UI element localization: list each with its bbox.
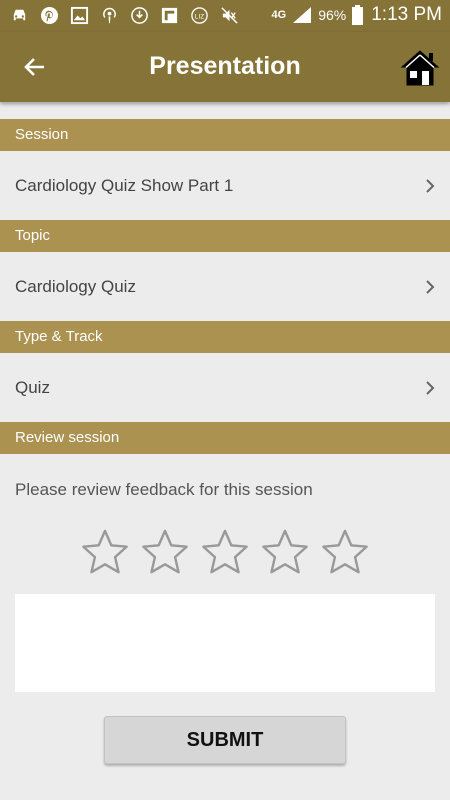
presentation-details: Session Cardiology Quiz Show Part 1 Topi… [0,102,450,764]
topic-value: Cardiology Quiz [15,276,136,296]
mute-icon [221,7,238,24]
section-header-review: Review session [0,422,450,454]
app-bar: Presentation [0,32,450,102]
star-icon-4[interactable] [261,528,309,576]
network-type: 4G [271,9,287,21]
status-right: 4G 96% 1:13 PM [272,4,442,26]
chevron-right-icon [426,380,435,395]
status-bar: LIZ 4G 96% 1:13 PM [0,0,450,32]
home-icon [400,50,440,86]
download-icon [131,7,148,24]
car-icon [13,9,26,21]
type-track-row[interactable]: Quiz [0,353,450,422]
signal-icon [293,7,312,23]
section-header-topic: Topic [0,220,450,252]
battery-percent: 96% [318,7,347,23]
review-prompt: Please review feedback for this session [15,480,313,499]
pinterest-icon [40,6,59,25]
chevron-right-icon [426,178,435,193]
podcast-icon [103,7,116,24]
home-button[interactable] [400,49,440,87]
star-icon-5[interactable] [321,528,369,576]
section-header-session: Session [0,119,450,151]
type-track-value: Quiz [15,377,50,397]
image-icon [70,6,89,25]
topic-row[interactable]: Cardiology Quiz [0,252,450,321]
star-icon-1[interactable] [81,528,129,576]
star-icon-2[interactable] [141,528,189,576]
star-icon-3[interactable] [201,528,249,576]
badge-icon: LIZ [191,7,208,24]
page-title: Presentation [149,52,301,80]
notification-icons: LIZ [10,6,239,25]
battery-icon [352,5,364,25]
chevron-right-icon [426,279,435,294]
section-header-type-track: Type & Track [0,321,450,353]
feedback-input[interactable] [15,594,435,692]
star-rating [0,528,450,580]
flipboard-icon [161,7,178,24]
clock: 1:13 PM [371,4,442,25]
session-value: Cardiology Quiz Show Part 1 [15,175,234,195]
svg-text:LIZ: LIZ [195,13,205,20]
submit-button[interactable]: SUBMIT [104,716,346,764]
session-row[interactable]: Cardiology Quiz Show Part 1 [0,151,450,220]
